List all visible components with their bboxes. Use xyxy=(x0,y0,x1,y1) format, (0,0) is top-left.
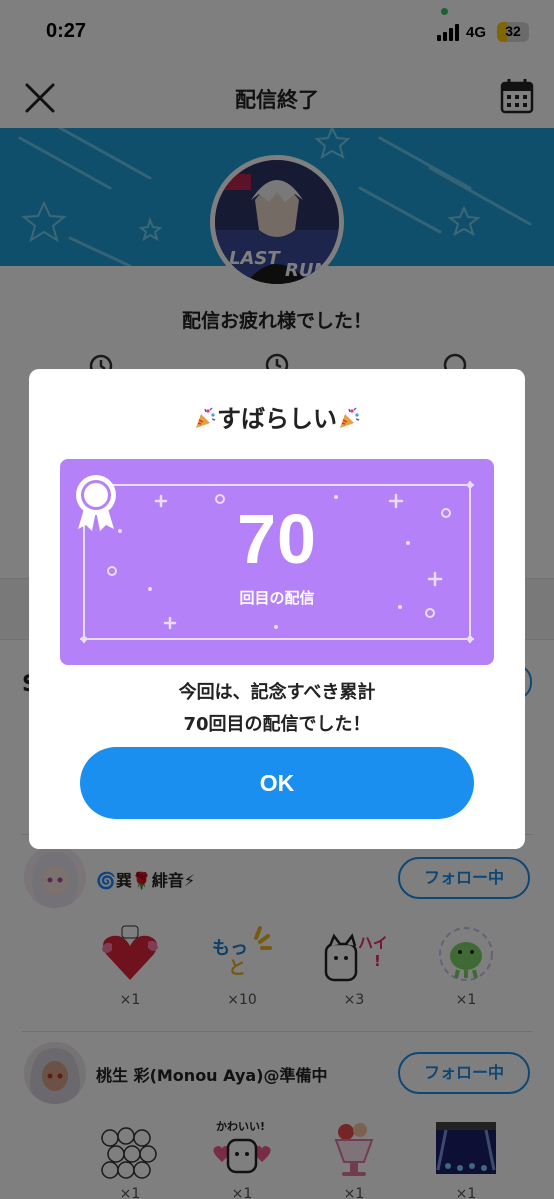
party-popper-icon xyxy=(196,407,216,428)
milestone-dialog: すばらしい 70 回目の配信 今回は、記念すべき累計 70回目の配信でした！ O… xyxy=(29,369,525,849)
dialog-title: すばらしい xyxy=(217,405,337,433)
dialog-message-line2: 70回目の配信でした！ xyxy=(183,714,371,735)
dialog-message-line1: 今回は、記念すべき累計 xyxy=(178,682,376,703)
milestone-certificate: 70 回目の配信 xyxy=(60,459,494,665)
milestone-count-label: 回目の配信 xyxy=(239,589,315,607)
milestone-count: 70 xyxy=(237,500,317,578)
ok-button[interactable]: OK xyxy=(80,747,474,819)
dialog-title-row: すばらしい xyxy=(29,399,525,434)
award-ribbon-icon xyxy=(76,475,116,531)
party-popper-icon xyxy=(340,407,360,428)
dialog-message: 今回は、記念すべき累計 70回目の配信でした！ xyxy=(29,677,525,741)
